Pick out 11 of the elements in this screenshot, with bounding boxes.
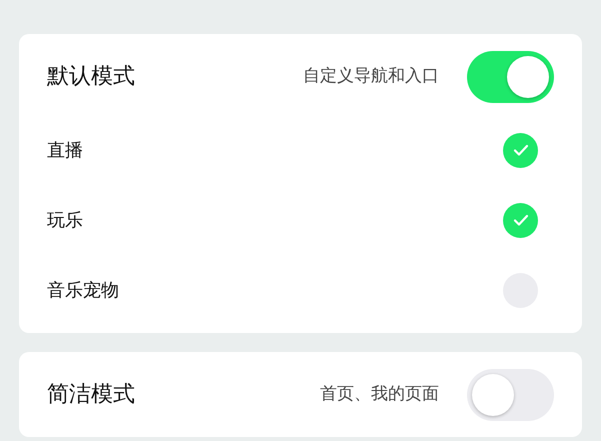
item-label: 玩乐	[47, 208, 83, 232]
item-label: 音乐宠物	[47, 278, 119, 302]
mode-title: 简洁模式	[47, 381, 135, 409]
checked-icon[interactable]	[503, 202, 538, 238]
mode-description: 首页、我的页面	[320, 382, 439, 406]
item-label: 直播	[47, 138, 83, 162]
checked-icon[interactable]	[503, 132, 538, 168]
mode-title: 默认模式	[47, 63, 135, 91]
toggle-switch[interactable]	[467, 368, 554, 420]
mode-description: 自定义导航和入口	[303, 64, 439, 88]
toggle-switch[interactable]	[467, 50, 554, 102]
